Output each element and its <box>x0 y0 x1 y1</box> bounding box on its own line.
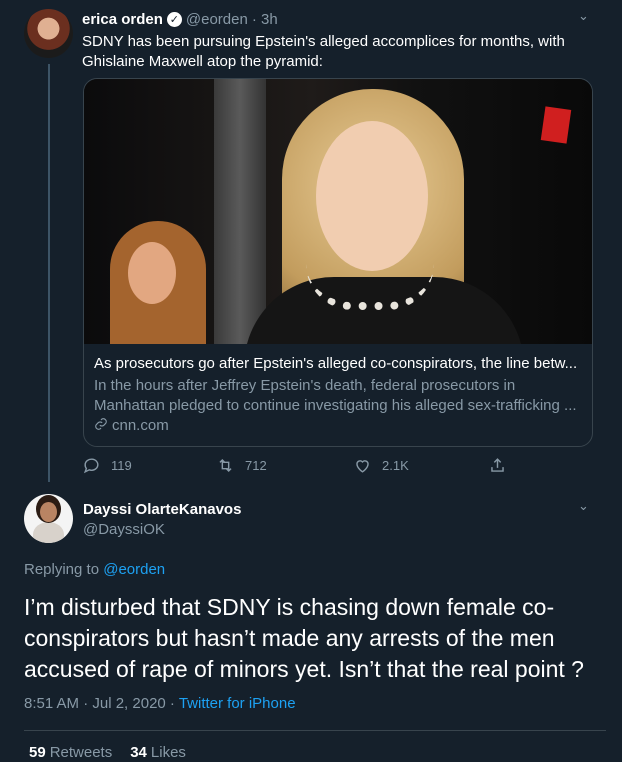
reply-button[interactable]: 119 <box>82 456 132 475</box>
retweets-stat[interactable]: 59 Retweets <box>29 744 112 761</box>
tweet-header: erica orden ✓ @eorden · 3h <box>82 11 278 28</box>
author-handle[interactable]: @DayssiOK <box>83 521 165 538</box>
replying-to-link[interactable]: @eorden <box>103 561 165 578</box>
like-button[interactable]: 2.1K <box>353 456 409 475</box>
tweet-meta: 8:51 AM · Jul 2, 2020 · Twitter for iPho… <box>24 695 296 712</box>
avatar[interactable] <box>24 9 73 58</box>
tweet-time[interactable]: · 3h <box>252 11 278 28</box>
share-button[interactable] <box>488 456 507 475</box>
retweet-button[interactable]: 712 <box>216 456 267 475</box>
author-name[interactable]: erica orden <box>82 11 163 28</box>
tweet-source[interactable]: Twitter for iPhone <box>179 695 296 712</box>
chevron-down-icon[interactable]: ⌄ <box>578 8 589 24</box>
card-domain-text: cnn.com <box>112 417 169 434</box>
tweet-stats: 59 Retweets 34 Likes <box>29 744 186 761</box>
heart-icon <box>356 460 369 473</box>
card-title: As prosecutors go after Epstein's allege… <box>94 355 578 372</box>
retweets-label: Retweets <box>49 744 113 761</box>
reply-icon <box>83 458 99 474</box>
divider <box>24 730 606 731</box>
likes-label: Likes <box>150 744 186 761</box>
author-name[interactable]: Dayssi OlarteKanavos <box>83 501 241 518</box>
tweet-actions: 119 712 2.1K <box>82 456 592 476</box>
author-handle[interactable]: @eorden <box>186 11 248 28</box>
retweet-count: 712 <box>245 458 267 473</box>
retweet-icon <box>219 458 232 473</box>
link-icon <box>94 417 108 434</box>
avatar[interactable] <box>24 494 73 543</box>
replying-to: Replying to @eorden <box>24 561 165 578</box>
card-description: In the hours after Jeffrey Epstein's dea… <box>94 377 577 414</box>
card-image <box>84 79 592 344</box>
link-preview-card[interactable]: As prosecutors go after Epstein's allege… <box>83 78 593 447</box>
likes-stat[interactable]: 34 Likes <box>130 744 186 761</box>
replying-prefix: Replying to <box>24 561 100 578</box>
reply-count: 119 <box>111 458 132 473</box>
tweet-timestamp[interactable]: 8:51 AM · Jul 2, 2020 · <box>24 695 175 712</box>
retweets-count: 59 <box>29 744 46 761</box>
card-domain: cnn.com <box>94 417 169 434</box>
likes-count: 34 <box>130 744 147 761</box>
like-count: 2.1K <box>382 458 409 473</box>
tweet-text: I’m disturbed that SDNY is chasing down … <box>24 594 584 682</box>
tweet-text: SDNY has been pursuing Epstein's alleged… <box>82 33 565 70</box>
chevron-down-icon[interactable]: ⌄ <box>578 498 589 514</box>
exit-sign <box>540 106 572 144</box>
verified-badge-icon: ✓ <box>166 12 182 27</box>
share-icon <box>491 458 504 472</box>
thread-connector-line <box>48 64 50 482</box>
